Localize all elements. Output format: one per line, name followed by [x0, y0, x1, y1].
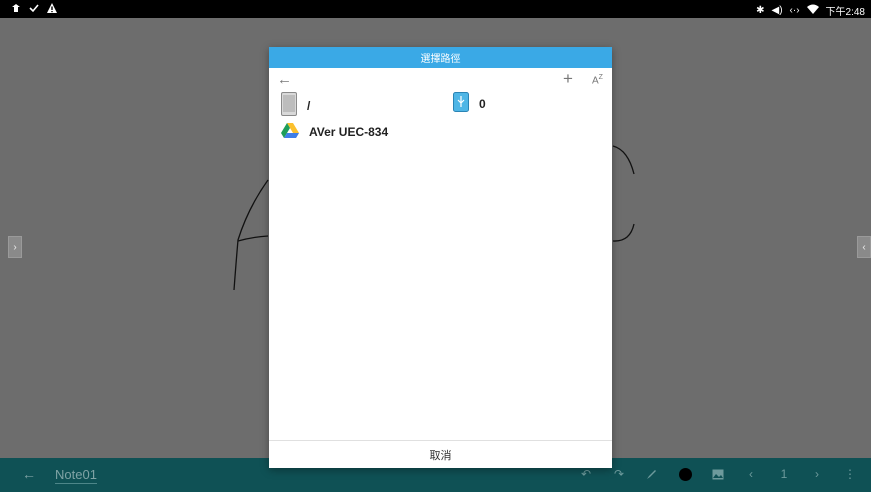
- bluetooth-icon: ✱: [756, 5, 765, 16]
- status-left-icons: [10, 2, 58, 14]
- warning-icon: [46, 2, 58, 14]
- list-item-label: /: [307, 98, 311, 113]
- list-item-label: 0: [479, 96, 486, 111]
- check-icon: [28, 2, 40, 14]
- color-swatch: [678, 467, 692, 481]
- chevron-right-icon: ›: [13, 241, 17, 253]
- left-panel-toggle[interactable]: ›: [8, 236, 22, 258]
- screen: ✱ ◀︎) ‹·› 下午2:48 › ‹ ← Note01 ↶ ↷ ‹ 1 › …: [0, 0, 871, 492]
- google-drive-icon: [281, 122, 299, 141]
- color-picker-button[interactable]: [678, 465, 692, 483]
- add-folder-icon[interactable]: +: [563, 69, 573, 89]
- page-number: 1: [780, 467, 788, 481]
- tablet-device-icon: [281, 92, 297, 119]
- list-item-label: AVer UEC-834: [309, 124, 389, 139]
- ethernet-icon: ‹·›: [789, 5, 800, 16]
- tool-group: ↶ ↷ ‹ 1 › ⋮: [579, 465, 857, 483]
- image-icon[interactable]: [711, 465, 725, 483]
- list-item-device[interactable]: /: [281, 92, 310, 119]
- usb-storage-icon: [453, 92, 469, 115]
- usb-debug-icon: [10, 2, 22, 14]
- cancel-button[interactable]: 取消: [269, 440, 612, 468]
- chevron-left-icon: ‹: [862, 241, 866, 253]
- pen-icon[interactable]: [645, 465, 659, 483]
- sort-icon[interactable]: AZ: [592, 74, 603, 86]
- wifi-icon: [806, 4, 819, 17]
- volume-icon: ◀︎): [771, 5, 783, 16]
- redo-icon[interactable]: ↷: [612, 465, 626, 483]
- list-item-usb[interactable]: 0: [453, 92, 486, 115]
- note-title[interactable]: Note01: [55, 467, 97, 484]
- clock: 下午2:48: [825, 7, 865, 18]
- choose-path-dialog: 選擇路徑 ← + AZ / 0 AVer UEC-834 取消: [269, 47, 612, 468]
- back-arrow-icon[interactable]: ←: [22, 466, 36, 482]
- more-menu-icon[interactable]: ⋮: [843, 465, 857, 483]
- back-arrow-icon[interactable]: ←: [277, 71, 292, 88]
- status-right: ✱ ◀︎) ‹·› 下午2:48: [756, 3, 865, 18]
- status-bar: ✱ ◀︎) ‹·› 下午2:48: [0, 0, 871, 18]
- dialog-title: 選擇路徑: [269, 47, 612, 68]
- next-page-icon[interactable]: ›: [810, 465, 824, 483]
- storage-row: / 0: [269, 92, 612, 122]
- right-panel-toggle[interactable]: ‹: [857, 236, 871, 258]
- dialog-toolbar: ← + AZ: [269, 68, 612, 92]
- previous-page-icon[interactable]: ‹: [744, 465, 758, 483]
- list-item-google-drive[interactable]: AVer UEC-834: [281, 122, 388, 141]
- drive-row: AVer UEC-834: [269, 122, 612, 152]
